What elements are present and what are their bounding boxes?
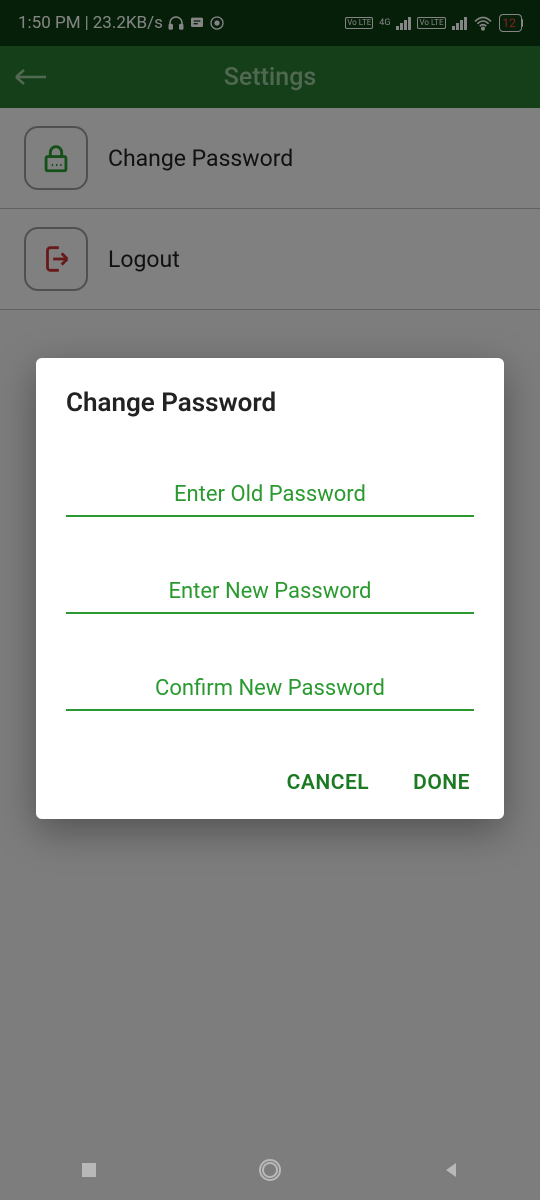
nav-back-button[interactable] (441, 1160, 461, 1180)
cancel-button[interactable]: CANCEL (283, 765, 374, 801)
old-password-input[interactable] (66, 474, 474, 517)
confirm-password-input[interactable] (66, 668, 474, 711)
nav-recent-button[interactable] (79, 1160, 99, 1180)
dialog-actions: CANCEL DONE (66, 765, 474, 801)
dialog-title: Change Password (66, 388, 474, 418)
done-button[interactable]: DONE (409, 765, 474, 801)
change-password-dialog: Change Password CANCEL DONE (36, 358, 504, 819)
nav-home-button[interactable] (257, 1157, 283, 1183)
new-password-input[interactable] (66, 571, 474, 614)
system-nav-bar (0, 1140, 540, 1200)
